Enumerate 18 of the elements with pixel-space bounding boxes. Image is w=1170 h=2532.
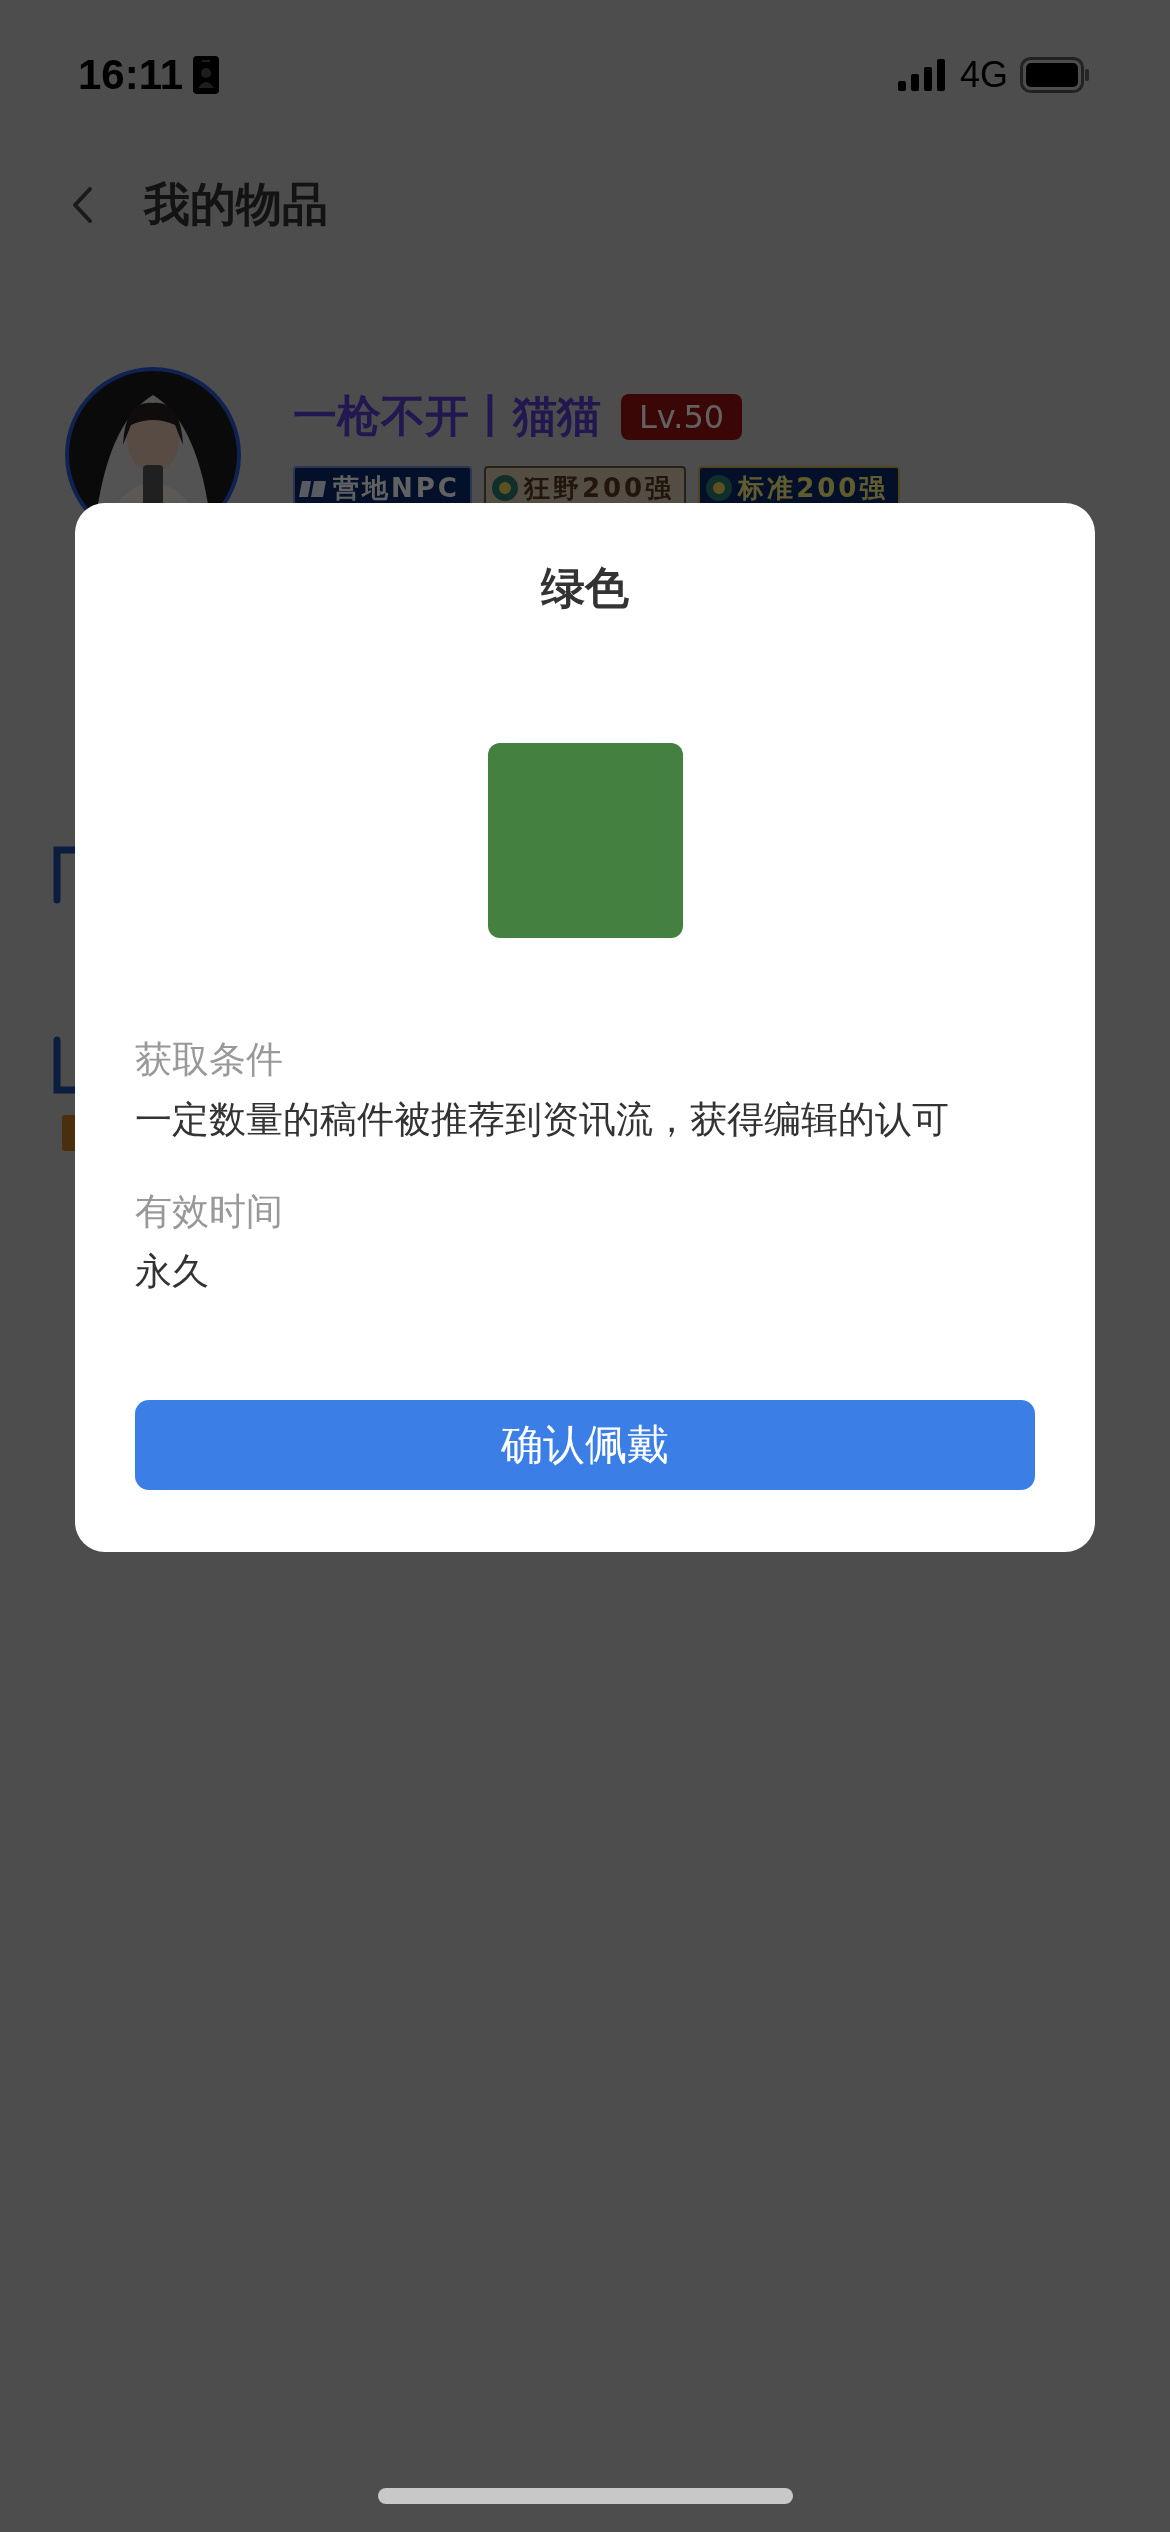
back-button[interactable] [70,185,94,225]
back-icon [70,185,94,225]
field-value: 永久 [135,1249,210,1295]
page-title: 我的物品 [144,176,328,233]
network-label: 4G [959,54,1008,96]
badge-label: 营地NPC [333,471,460,505]
status-time: 16:11 [78,51,184,99]
emblem-icon [704,473,735,503]
level-badge: Lv.50 [621,393,743,440]
dialog-title: 绿色 [541,561,629,615]
badge-label: 标准200强 [738,471,889,505]
id-card-icon [193,56,220,94]
emblem-icon [489,473,520,503]
signal-icon [897,59,948,91]
field-value: 一定数量的稿件被推荐到资讯流，获得编辑的认可 [135,1097,950,1143]
field-label: 有效时间 [135,1189,284,1235]
field-label: 获取条件 [135,1037,284,1083]
confirm-button[interactable]: 确认佩戴 [135,1400,1035,1490]
